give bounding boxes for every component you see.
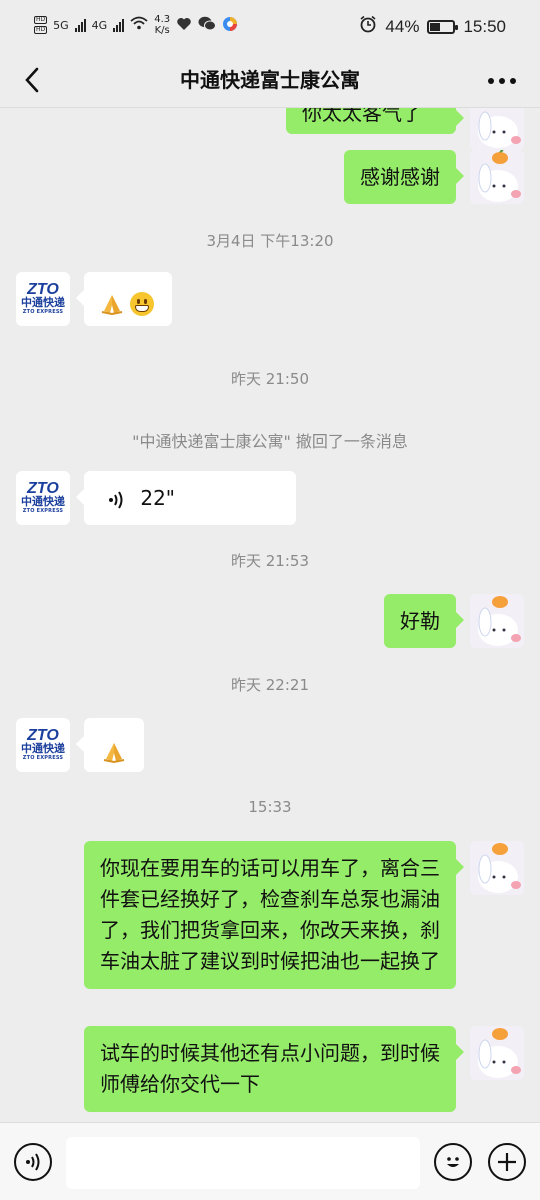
voice-wave-icon — [26, 1153, 40, 1171]
avatar-zto[interactable]: ZTO 中通快递 ZTO EXPRESS — [16, 471, 70, 525]
avatar-me[interactable] — [470, 841, 524, 895]
message-bubble-sent[interactable]: 好勒 — [384, 594, 464, 648]
timestamp: 昨天 22:21 — [231, 676, 309, 694]
back-button[interactable] — [14, 62, 50, 98]
pray-emoji-icon — [103, 742, 125, 763]
voice-wave-icon — [109, 490, 123, 509]
timestamp: 3月4日 下午13:20 — [206, 232, 334, 250]
signal2-icon — [113, 18, 125, 32]
wifi-icon — [130, 16, 148, 34]
chat-area[interactable]: 你太太客气了 感谢感谢 3月4日 下午13:20 ZTO 中通快递 ZTO EX… — [0, 108, 540, 1122]
zto-name-cn: 中通快递 — [21, 295, 65, 309]
grin-emoji-icon — [130, 291, 155, 316]
bunny-avatar-icon — [470, 108, 524, 150]
recall-notice: "中通快递富士康公寓" 撤回了一条消息 — [132, 432, 408, 451]
message-bubble-sent[interactable]: 试车的时候其他还有点小问题，到时候师傅给你交代一下 — [84, 1026, 464, 1112]
net2-label: 4G — [91, 18, 108, 32]
status-right: 44% 15:50 — [359, 15, 506, 38]
timestamp: 昨天 21:50 — [231, 370, 309, 388]
avatar-me[interactable] — [470, 108, 524, 150]
more-options-button[interactable] — [484, 62, 520, 98]
emoji-button[interactable] — [434, 1143, 472, 1181]
zto-name-en: ZTO EXPRESS — [22, 507, 64, 514]
timestamp: 昨天 21:53 — [231, 552, 309, 570]
plus-icon — [498, 1153, 516, 1171]
chat-header: 中通快递富士康公寓 — [0, 52, 540, 108]
avatar-me[interactable] — [470, 150, 524, 204]
add-more-button[interactable] — [488, 1143, 526, 1181]
wechat-icon — [198, 16, 217, 34]
zto-logo: ZTO — [27, 280, 59, 298]
heart-icon — [176, 17, 192, 34]
message-text: 你太太客气了 — [302, 108, 422, 125]
message-bubble-received[interactable] — [76, 272, 172, 326]
zto-name-en: ZTO EXPRESS — [22, 308, 64, 315]
net1-label: 5G — [53, 18, 69, 32]
pray-emoji-icon — [101, 294, 123, 315]
status-bar: HD HD 5G 4G 4.3 K/s 44% 15:50 — [0, 0, 540, 52]
timestamp: 15:33 — [248, 798, 292, 816]
chevron-left-icon — [25, 67, 39, 93]
net-speed-value: 4.3 — [154, 14, 171, 25]
avatar-zto[interactable]: ZTO 中通快递 ZTO EXPRESS — [16, 272, 70, 326]
status-left: HD HD 5G 4G 4.3 K/s — [34, 14, 238, 36]
signal-icon — [74, 18, 86, 32]
avatar-me[interactable] — [470, 1026, 524, 1080]
message-text: 你现在要用车的话可以用车了，离合三件套已经换好了，检查刹车总泵也漏油了，我们把货… — [100, 856, 440, 973]
message-bubble-sent[interactable]: 你太太客气了 — [286, 108, 464, 134]
message-text: 感谢感谢 — [360, 165, 440, 189]
message-text: 好勒 — [400, 609, 440, 633]
more-dots-icon — [488, 78, 516, 84]
zto-logo: ZTO — [27, 726, 59, 744]
net-speed: 4.3 K/s — [154, 14, 170, 36]
page-title: 中通快递富士康公寓 — [180, 68, 360, 92]
battery-icon — [427, 19, 459, 34]
zto-logo: ZTO — [27, 479, 59, 497]
voice-duration: 22" — [140, 486, 176, 510]
net-speed-unit: K/s — [154, 25, 170, 36]
voice-message-bubble[interactable]: 22" — [76, 471, 296, 525]
browser-icon — [222, 16, 238, 35]
smiley-icon — [447, 1157, 459, 1167]
voice-input-button[interactable] — [14, 1143, 52, 1181]
bunny-avatar-icon — [470, 1026, 524, 1080]
battery-percent: 44% — [385, 16, 420, 36]
zto-name-en: ZTO EXPRESS — [22, 754, 64, 761]
bunny-avatar-icon — [470, 594, 524, 648]
status-time: 15:50 — [463, 16, 506, 36]
zto-name-cn: 中通快递 — [21, 741, 65, 755]
input-bar — [0, 1122, 540, 1200]
avatar-zto[interactable]: ZTO 中通快递 ZTO EXPRESS — [16, 718, 70, 772]
hd-icon: HD HD — [34, 16, 48, 34]
message-input[interactable] — [66, 1137, 420, 1189]
message-bubble-sent[interactable]: 你现在要用车的话可以用车了，离合三件套已经换好了，检查刹车总泵也漏油了，我们把货… — [84, 841, 464, 989]
bunny-avatar-icon — [470, 150, 524, 204]
bunny-avatar-icon — [470, 841, 524, 895]
message-text: 试车的时候其他还有点小问题，到时候师傅给你交代一下 — [100, 1041, 440, 1096]
avatar-me[interactable] — [470, 594, 524, 648]
message-bubble-sent[interactable]: 感谢感谢 — [344, 150, 464, 204]
message-bubble-received[interactable] — [76, 718, 144, 772]
alarm-icon — [359, 15, 377, 38]
zto-name-cn: 中通快递 — [21, 494, 65, 508]
